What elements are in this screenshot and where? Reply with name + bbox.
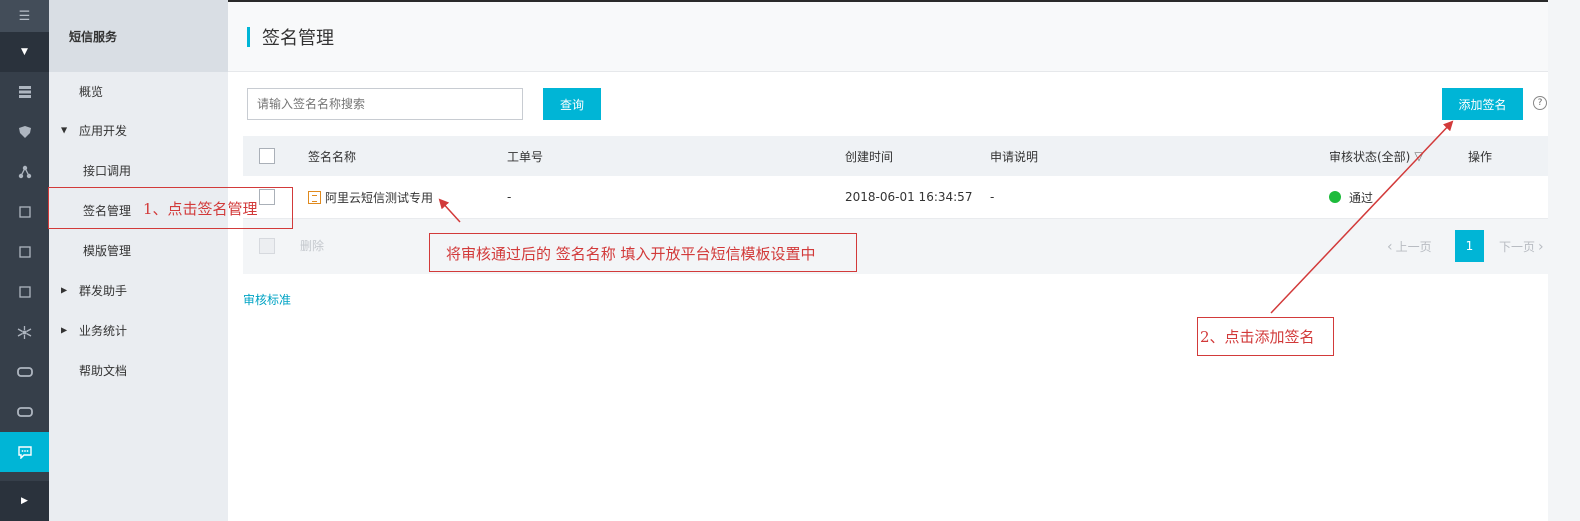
chevron-right-icon: › — [1538, 238, 1544, 255]
icon-rail: ☰ ▼ ▶ — [0, 0, 49, 521]
col-header-note: 申请说明 — [990, 149, 1039, 164]
add-signature-button[interactable]: 添加签名 — [1442, 88, 1523, 120]
cluster-icon[interactable] — [0, 152, 49, 192]
caret-right-icon: ▶ — [61, 325, 68, 335]
sidebar: 短信服务 概览 ▼ 应用开发 接口调用 签名管理 模版管理 ▶ 群发助手 ▶ 业… — [49, 0, 228, 521]
ticket-cell: - — [507, 190, 512, 204]
query-button[interactable]: 查询 — [543, 88, 601, 120]
pager-prev-label: 上一页 — [1395, 240, 1432, 254]
sidebar-item-label: 模版管理 — [83, 243, 132, 258]
database-icon[interactable] — [0, 72, 49, 112]
status-badge: 通过 — [1349, 190, 1374, 205]
caret-down-icon: ▼ — [61, 125, 68, 135]
delete-button[interactable]: 删除 — [300, 237, 324, 254]
pager-prev[interactable]: ‹ 上一页 — [1387, 219, 1432, 274]
footer-checkbox[interactable] — [259, 238, 275, 254]
top-border — [228, 0, 1580, 2]
search-input[interactable] — [247, 88, 523, 120]
sidebar-item-help-docs[interactable]: 帮助文档 — [49, 350, 228, 390]
main-content: 签名管理 查询 添加签名 ? 签名名称 工单号 创建时间 申请说明 审核状态(全… — [228, 0, 1548, 521]
sidebar-item-label: 业务统计 — [79, 323, 128, 338]
caret-right-icon: ▶ — [61, 285, 68, 295]
col-header-created: 创建时间 — [845, 149, 894, 164]
table-header: 签名名称 工单号 创建时间 申请说明 审核状态(全部) ▽ 操作 — [243, 136, 1548, 176]
status-dot-icon — [1329, 191, 1341, 203]
col-header-ticket: 工单号 — [507, 149, 544, 164]
note-cell: - — [990, 190, 995, 204]
square-icon[interactable] — [0, 192, 49, 232]
sidebar-item-label: 接口调用 — [83, 163, 132, 178]
page-title: 签名管理 — [262, 28, 334, 49]
link-icon[interactable] — [0, 392, 49, 432]
sidebar-item-label: 群发助手 — [79, 283, 128, 298]
annotation-step1: 1、点击签名管理 — [143, 200, 258, 218]
message-icon[interactable] — [0, 432, 49, 472]
sidebar-item-api[interactable]: 接口调用 — [49, 150, 228, 190]
square-icon[interactable] — [0, 272, 49, 312]
help-icon[interactable]: ? — [1533, 96, 1547, 110]
col-header-status-label: 审核状态(全部) — [1329, 149, 1411, 164]
created-time-cell: 2018-06-01 16:34:57 — [845, 190, 973, 204]
signature-name: 阿里云短信测试专用 — [325, 190, 434, 205]
sidebar-item-label: 帮助文档 — [79, 363, 128, 378]
right-scroll-strip — [1548, 0, 1580, 521]
chevron-right-icon[interactable]: ▶ — [0, 481, 49, 521]
title-accent-bar — [247, 27, 250, 47]
filter-icon[interactable]: ▽ — [1414, 149, 1423, 163]
select-all-checkbox[interactable] — [259, 148, 275, 164]
chevron-left-icon: ‹ — [1387, 238, 1393, 255]
signature-icon — [308, 190, 321, 204]
status-cell: 通过 — [1329, 176, 1373, 218]
sidebar-item-app-dev[interactable]: ▼ 应用开发 — [49, 110, 228, 150]
link-icon[interactable] — [0, 352, 49, 392]
col-header-name: 签名名称 — [308, 149, 357, 164]
shield-icon[interactable] — [0, 112, 49, 152]
col-header-status[interactable]: 审核状态(全部) ▽ — [1329, 136, 1424, 176]
square-icon[interactable] — [0, 232, 49, 272]
sidebar-item-bulk-send[interactable]: ▶ 群发助手 — [49, 270, 228, 310]
chevron-down-icon[interactable]: ▼ — [0, 32, 49, 72]
sidebar-item-label: 概览 — [79, 84, 104, 99]
table-row: 阿里云短信测试专用 - 2018-06-01 16:34:57 - 通过 — [243, 176, 1548, 219]
review-standard-link[interactable]: 审核标准 — [243, 291, 291, 308]
sidebar-item-statistics[interactable]: ▶ 业务统计 — [49, 310, 228, 350]
annotation-note: 将审核通过后的 签名名称 填入开放平台短信模板设置中 — [446, 245, 816, 263]
sidebar-title: 短信服务 — [49, 0, 228, 72]
annotation-step2: 2、点击添加签名 — [1200, 328, 1315, 346]
network-icon[interactable] — [0, 312, 49, 352]
sidebar-item-overview[interactable]: 概览 — [49, 72, 228, 110]
signature-name-cell: 阿里云短信测试专用 — [308, 176, 433, 218]
col-header-action: 操作 — [1468, 149, 1493, 164]
pager-next-label: 下一页 — [1499, 240, 1536, 254]
pager-current-page[interactable]: 1 — [1455, 230, 1484, 262]
sidebar-item-label: 应用开发 — [79, 123, 128, 138]
sidebar-item-templates[interactable]: 模版管理 — [49, 230, 228, 270]
pager-next[interactable]: 下一页 › — [1499, 219, 1544, 274]
menu-icon[interactable]: ☰ — [0, 0, 49, 32]
page-header: 签名管理 — [228, 0, 1548, 72]
